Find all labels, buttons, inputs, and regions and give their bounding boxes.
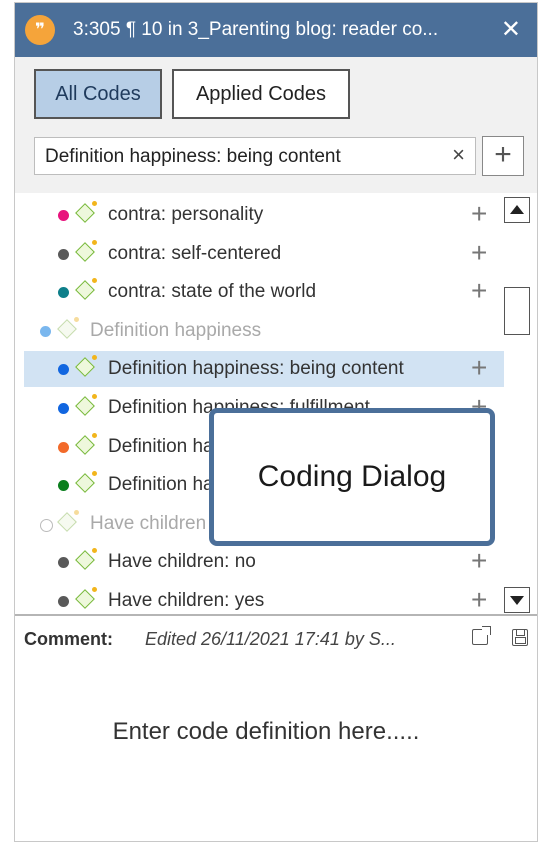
code-color-dot [58, 596, 69, 607]
apply-code-button[interactable]: + [471, 197, 487, 231]
apply-code-button[interactable]: + [471, 544, 487, 578]
code-diamond-icon [75, 357, 95, 378]
code-spark-icon [92, 355, 97, 361]
code-color-dot [58, 557, 69, 569]
apply-code-button[interactable]: + [471, 274, 487, 308]
arrow-up-icon [510, 205, 524, 214]
apply-code-button[interactable]: + [471, 351, 487, 385]
callout-text: Coding Dialog [257, 460, 447, 493]
code-spark-icon [92, 432, 97, 438]
code-diamond-icon [75, 550, 95, 571]
code-list-item[interactable]: Definition happiness: being content + [24, 351, 504, 388]
quotation-bubble-icon: ❞ [25, 15, 55, 45]
title-bar[interactable]: ❞ 3:305 ¶ 10 in 3_Parenting blog: reader… [15, 3, 537, 57]
code-spark-icon [92, 548, 97, 554]
code-color-dot [58, 210, 69, 221]
code-color-dot [58, 403, 69, 414]
code-list-item[interactable]: Have children: yes + [24, 583, 504, 613]
code-label: Have children: yes [108, 590, 265, 611]
code-list-item[interactable]: contra: self-centered + [24, 236, 504, 272]
code-diamond-icon [75, 473, 95, 494]
code-list-item[interactable]: Definition happiness [24, 313, 504, 349]
code-spark-icon [74, 509, 79, 515]
code-label: Have children: no [108, 551, 256, 573]
open-external-icon[interactable] [472, 626, 491, 645]
search-field: × [34, 137, 476, 175]
code-diamond-icon [75, 434, 95, 455]
search-input[interactable] [43, 143, 437, 171]
comment-editor[interactable]: Enter code definition here..... [15, 661, 537, 837]
code-spark-icon [92, 471, 97, 477]
code-label: Definition happiness [90, 319, 262, 341]
code-color-dot [58, 441, 69, 453]
code-color-dot [40, 518, 53, 532]
all-codes-button[interactable]: All Codes [34, 69, 162, 119]
code-list-item[interactable]: contra: personality + [24, 197, 504, 233]
code-list-item[interactable]: Have children: no + [24, 544, 504, 580]
applied-codes-button[interactable]: Applied Codes [172, 69, 350, 119]
code-diamond-icon [75, 280, 95, 301]
comment-placeholder: Enter code definition here..... [112, 718, 420, 745]
clear-search-icon[interactable]: × [452, 142, 465, 168]
code-diamond-icon [75, 241, 95, 262]
code-diamond-icon [75, 589, 95, 609]
code-label: contra: self-centered [108, 242, 282, 264]
code-color-dot [58, 364, 69, 376]
coding-dialog-callout: Coding Dialog [209, 408, 495, 546]
comment-label: Comment: [24, 629, 113, 649]
code-spark-icon [92, 278, 97, 284]
filter-area: All Codes Applied Codes × + [15, 57, 537, 193]
window-title: 3:305 ¶ 10 in 3_Parenting blog: reader c… [73, 19, 439, 40]
apply-code-button[interactable]: + [471, 236, 487, 270]
pane-divider[interactable] [15, 614, 537, 616]
close-icon[interactable]: ✕ [501, 15, 521, 44]
arrow-down-icon [510, 596, 524, 605]
code-color-dot [58, 287, 69, 299]
code-label: Have children [90, 512, 207, 534]
code-color-dot [58, 248, 69, 260]
code-label: contra: state of the world [108, 281, 317, 303]
code-diamond-icon [57, 318, 77, 339]
code-spark-icon [92, 587, 97, 592]
scroll-down-button[interactable] [504, 587, 530, 613]
code-color-dot [40, 325, 51, 337]
scroll-up-button[interactable] [504, 197, 530, 223]
add-code-button[interactable]: + [482, 136, 524, 176]
code-spark-icon [92, 394, 97, 399]
code-color-dot [58, 480, 69, 492]
code-label: Definition happiness: being content [108, 358, 404, 380]
code-label: contra: personality [108, 204, 264, 225]
code-spark-icon [92, 239, 97, 245]
comment-header: Comment: Edited 26/11/2021 17:41 by S... [15, 617, 537, 659]
code-spark-icon [74, 316, 79, 322]
code-spark-icon [92, 201, 97, 206]
apply-code-button[interactable]: + [471, 583, 487, 613]
code-diamond-icon [75, 396, 95, 416]
save-icon[interactable] [512, 629, 528, 646]
code-list: contra: personality + contra: self-centere… [15, 195, 537, 613]
code-diamond-icon [57, 511, 77, 532]
code-list-item[interactable]: contra: state of the world + [24, 274, 504, 310]
code-diamond-icon [75, 203, 95, 223]
scrollbar-thumb[interactable] [504, 287, 530, 335]
comment-edit-info: Edited 26/11/2021 17:41 by S... [145, 629, 396, 649]
